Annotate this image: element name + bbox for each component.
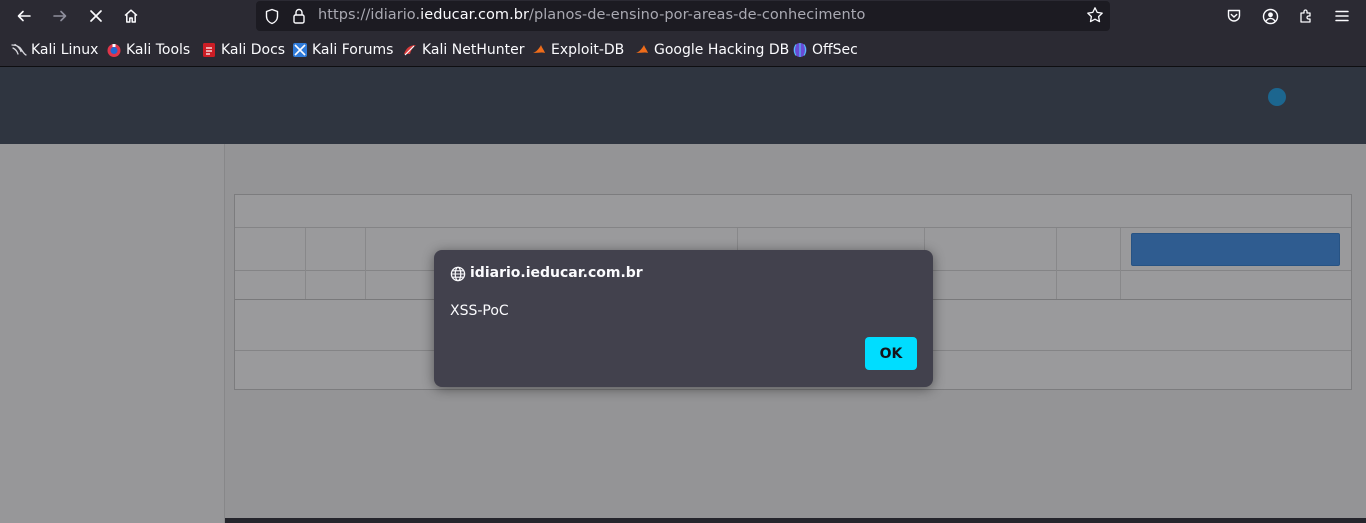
app-menu-button[interactable] (1328, 2, 1356, 30)
globe-icon (450, 266, 466, 282)
back-arrow-icon (17, 10, 31, 22)
forward-button[interactable] (46, 2, 74, 30)
bookmark-label: Kali NetHunter (422, 42, 525, 58)
navigation-toolbar: https://idiario.ieducar.com.br/planos-de… (0, 0, 1366, 32)
bookmark-label: OffSec (812, 42, 858, 58)
pocket-icon (1227, 9, 1241, 22)
pocket-button[interactable] (1220, 2, 1248, 30)
extensions-icon (1300, 9, 1311, 23)
bookmark-offsec[interactable]: OffSec (792, 41, 858, 59)
url-host: ieducar.com.br (420, 7, 530, 23)
account-button[interactable] (1256, 2, 1284, 30)
stop-loading-icon (90, 10, 102, 22)
bookmark-star-icon[interactable] (1086, 6, 1104, 24)
kali-nethunter-icon (402, 42, 418, 58)
kali-dragon-icon (11, 42, 27, 58)
url-text[interactable]: https://idiario.ieducar.com.br/planos-de… (318, 7, 865, 23)
home-button[interactable] (117, 2, 145, 30)
bookmark-label: Kali Tools (126, 42, 191, 58)
url-subdomain: idiario. (370, 7, 421, 23)
home-icon (124, 9, 138, 23)
bookmark-kali-docs[interactable]: Kali Docs (201, 41, 285, 59)
hamburger-menu-icon (1335, 10, 1349, 22)
bookmark-google-hacking-db[interactable]: Google Hacking DB (634, 41, 789, 59)
stop-button[interactable] (82, 2, 110, 30)
offsec-icon (792, 42, 808, 58)
address-bar[interactable]: https://idiario.ieducar.com.br/planos-de… (256, 1, 1110, 31)
tracking-protection-shield-icon[interactable] (264, 8, 280, 25)
bookmark-exploit-db[interactable]: Exploit-DB (531, 41, 624, 59)
lock-icon[interactable] (291, 7, 307, 25)
kali-forums-icon (292, 42, 308, 58)
browser-window: https://idiario.ieducar.com.br/planos-de… (0, 0, 1366, 523)
kali-tools-icon (106, 42, 122, 58)
dialog-message: XSS-PoC (450, 303, 509, 319)
account-icon (1262, 8, 1278, 24)
bookmark-label: Kali Linux (31, 42, 99, 58)
extensions-button[interactable] (1292, 2, 1320, 30)
bookmark-label: Kali Docs (221, 42, 286, 58)
ghdb-icon (634, 42, 650, 58)
bookmark-kali-forums[interactable]: Kali Forums (292, 41, 393, 59)
url-scheme: https:// (318, 7, 371, 23)
ok-button[interactable]: OK (865, 337, 917, 370)
bookmark-label: Exploit-DB (551, 42, 625, 58)
exploit-db-icon (531, 42, 547, 58)
bookmark-label: Google Hacking DB (654, 42, 790, 58)
bookmark-label: Kali Forums (312, 42, 394, 58)
kali-docs-icon (201, 42, 217, 58)
forward-arrow-icon (53, 10, 67, 22)
bookmark-kali-linux[interactable]: Kali Linux (11, 41, 98, 59)
bookmark-kali-nethunter[interactable]: Kali NetHunter (402, 41, 524, 59)
bookmark-kali-tools[interactable]: Kali Tools (106, 41, 190, 59)
bookmarks-toolbar: Kali Linux Kali Tools Kali Docs Kali For… (0, 32, 1366, 67)
back-button[interactable] (10, 2, 38, 30)
url-path: /planos-de-ensino-por-areas-de-conhecime… (529, 7, 866, 23)
dialog-origin: idiario.ieducar.com.br (470, 265, 643, 281)
alert-dialog: idiario.ieducar.com.br XSS-PoC OK (434, 250, 933, 387)
